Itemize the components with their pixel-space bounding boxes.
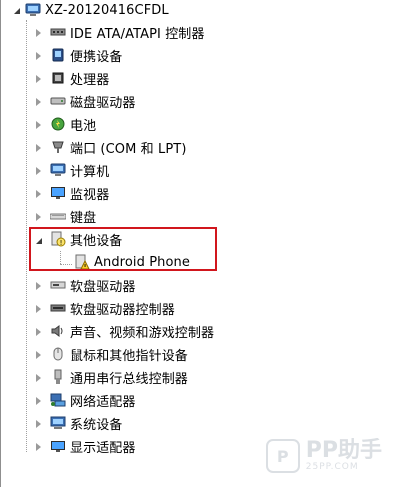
- tree-item-disk-drive[interactable]: 磁盘驱动器: [36, 90, 136, 112]
- expand-arrow-icon[interactable]: [34, 396, 43, 405]
- tree-item-network-adapter[interactable]: 网络适配器: [36, 389, 136, 411]
- expand-arrow-icon[interactable]: [34, 327, 43, 336]
- floppy-drive-icon: [50, 277, 66, 293]
- tree-item-portable-device[interactable]: 便携设备: [36, 44, 123, 66]
- sound-icon: [50, 323, 66, 339]
- disk-drive-icon: [50, 93, 66, 109]
- tree-item-system-device[interactable]: 系统设备: [36, 412, 123, 434]
- tree-item-display-adapter[interactable]: 显示适配器: [36, 435, 136, 457]
- tree-item-battery[interactable]: 电池: [36, 113, 97, 135]
- window-left-border: [0, 0, 1, 487]
- watermark: P PP助手 25PP.COM: [265, 438, 382, 473]
- mouse-icon: [50, 346, 66, 362]
- network-adapter-icon: [50, 392, 66, 408]
- watermark-sub-text: 25PP.COM: [305, 462, 359, 472]
- portable-device-icon: [50, 47, 66, 63]
- tree-item-label: 监视器: [70, 187, 110, 203]
- monitor-icon: [50, 185, 66, 201]
- tree-item-label: 显示适配器: [70, 440, 136, 456]
- computer-icon: [50, 162, 66, 178]
- expand-arrow-icon[interactable]: [34, 120, 43, 129]
- watermark-badge: P: [265, 439, 300, 473]
- tree-item-sound[interactable]: 声音、视频和游戏控制器: [36, 320, 215, 342]
- port-icon: [50, 139, 66, 155]
- expand-arrow-icon[interactable]: [34, 28, 43, 37]
- collapse-arrow-icon[interactable]: [12, 6, 21, 15]
- usb-icon: [50, 369, 66, 385]
- device-manager-tree: XZ-20120416CFDL IDE ATA/ATAPI 控制器 便携设备处理器…: [0, 0, 400, 487]
- computer-root-icon: [25, 2, 41, 18]
- expand-arrow-icon[interactable]: [34, 304, 43, 313]
- tree-item-keyboard[interactable]: 键盘: [36, 205, 97, 227]
- tree-item-label: 端口 (COM 和 LPT): [70, 141, 187, 157]
- tree-item-label: 鼠标和其他指针设备: [70, 348, 188, 364]
- expand-arrow-icon[interactable]: [34, 74, 43, 83]
- tree-item-label: 便携设备: [70, 49, 123, 65]
- expand-arrow-icon[interactable]: [34, 281, 43, 290]
- display-adapter-icon: [50, 438, 66, 454]
- expand-arrow-icon[interactable]: [34, 143, 43, 152]
- tree-item-label: 磁盘驱动器: [70, 95, 136, 111]
- tree-item-mouse[interactable]: 鼠标和其他指针设备: [36, 343, 188, 365]
- processor-icon: [50, 70, 66, 86]
- tree-item-label: 通用串行总线控制器: [70, 371, 188, 387]
- tree-item-label: 声音、视频和游戏控制器: [70, 325, 215, 341]
- computer-name: XZ-20120416CFDL: [45, 2, 169, 18]
- system-device-icon: [50, 415, 66, 431]
- tree-item-computer[interactable]: 计算机: [36, 159, 110, 181]
- tree-item-label: 网络适配器: [70, 394, 136, 410]
- tree-item-label: 处理器: [70, 72, 110, 88]
- tree-item-floppy-controller[interactable]: 软盘驱动器控制器: [36, 297, 175, 319]
- tree-item-label: 计算机: [70, 164, 110, 180]
- tree-item-label: 键盘: [70, 210, 97, 226]
- tree-item-label: 系统设备: [70, 417, 123, 433]
- tree-item-label: 电池: [70, 118, 97, 134]
- tree-item-processor[interactable]: 处理器: [36, 67, 110, 89]
- highlight-frame: [29, 227, 217, 271]
- expand-arrow-icon[interactable]: [34, 373, 43, 382]
- tree-connector-main: [26, 20, 27, 452]
- tree-item-port[interactable]: 端口 (COM 和 LPT): [36, 136, 187, 158]
- watermark-main-text: PP助手: [305, 438, 382, 463]
- expand-arrow-icon[interactable]: [34, 212, 43, 221]
- battery-icon: [50, 116, 66, 132]
- floppy-controller-icon: [50, 300, 66, 316]
- expand-arrow-icon[interactable]: [34, 97, 43, 106]
- tree-item-ide-controller[interactable]: IDE ATA/ATAPI 控制器: [36, 21, 205, 43]
- tree-item-label: IDE ATA/ATAPI 控制器: [70, 26, 205, 42]
- keyboard-icon: [50, 208, 66, 224]
- expand-arrow-icon[interactable]: [34, 442, 43, 451]
- expand-arrow-icon[interactable]: [34, 189, 43, 198]
- tree-item-usb[interactable]: 通用串行总线控制器: [36, 366, 188, 388]
- expand-arrow-icon[interactable]: [34, 350, 43, 359]
- tree-item-label: 软盘驱动器控制器: [70, 302, 175, 318]
- expand-arrow-icon[interactable]: [34, 419, 43, 428]
- tree-root-computer[interactable]: XZ-20120416CFDL: [12, 0, 169, 21]
- tree-item-floppy-drive[interactable]: 软盘驱动器: [36, 274, 136, 296]
- expand-arrow-icon[interactable]: [34, 166, 43, 175]
- tree-item-label: 软盘驱动器: [70, 279, 136, 295]
- tree-item-monitor[interactable]: 监视器: [36, 182, 110, 204]
- expand-arrow-icon[interactable]: [34, 51, 43, 60]
- ide-controller-icon: [50, 24, 66, 40]
